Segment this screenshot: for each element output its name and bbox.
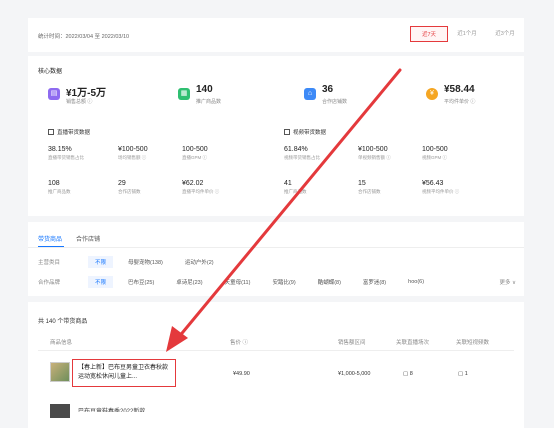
filter-tabs: 带货商品 合作店铺 — [38, 234, 100, 243]
coin-icon: ¥ — [426, 88, 438, 100]
brand-chip[interactable]: 富罗迷(8) — [356, 276, 393, 288]
header-divider — [38, 350, 514, 351]
product-thumbnail[interactable] — [50, 362, 70, 382]
metric-label: 平均件单价 ⓘ — [444, 99, 476, 105]
brand-chip[interactable]: 天童母(11) — [218, 276, 258, 288]
chart-icon: ▤ — [48, 88, 60, 100]
metric-label: 推广商品数 — [196, 99, 222, 105]
header-sales: 销售额区间 — [338, 340, 366, 346]
tab-products[interactable]: 带货商品 — [38, 234, 62, 243]
range-tabs: 近7天 近1个月 近3个月 — [410, 26, 524, 42]
header-live: 关联直播场次 — [396, 340, 430, 346]
brand-chip[interactable]: 不限 — [88, 276, 114, 288]
core-data-panel: 核心数据 ▤ ¥1万-5万 销售总额 ⓘ ▦ 140 推广商品数 ⌂ 36 合作… — [28, 56, 524, 216]
metric-value: 140 — [196, 84, 213, 95]
category-chip[interactable]: 运动户外(2) — [178, 256, 221, 268]
video-icon — [284, 129, 290, 135]
header-price[interactable]: 售价 ⓘ — [230, 338, 248, 346]
brand-filter-row: 合作品牌 不限 巴布豆(25) 卓诗尼(23) 天童母(11) 安踏比(9) 酷… — [38, 276, 439, 288]
video-kpi-share: 61.84% 视频带货销售占比 — [284, 146, 320, 160]
category-chip[interactable]: 母婴宠物(138) — [121, 256, 170, 268]
video-count[interactable]: ▢ 1 — [458, 371, 468, 377]
brand-chip[interactable]: 卓诗尼(23) — [169, 276, 209, 288]
table-row[interactable]: 【春上新】巴布豆男童卫衣春秋款运动宽松休闲儿童上... ¥49.90 ¥1,00… — [38, 354, 514, 392]
live-count[interactable]: ▢ 8 — [403, 371, 413, 377]
header-name: 商品信息 — [50, 340, 73, 346]
live-kpi-avg: ¥62.02 直播平均件单价 ⓘ — [182, 180, 220, 194]
range-tab-3months[interactable]: 近3个月 — [486, 26, 524, 42]
video-kpi-sales: ¥100-500 单视频销售额 ⓘ — [358, 146, 391, 160]
tab-stores[interactable]: 合作店铺 — [76, 234, 100, 243]
range-tab-1month[interactable]: 近1个月 — [448, 26, 486, 42]
brand-chip[interactable]: hoo(6) — [401, 277, 431, 287]
live-kpi-sales: ¥100-500 场均销售额 ⓘ — [118, 146, 148, 160]
core-data-title: 核心数据 — [38, 69, 63, 75]
product-price: ¥49.90 — [233, 371, 250, 377]
live-kpi-share: 38.15% 直播带货销售占比 — [48, 146, 84, 160]
range-tab-7days[interactable]: 近7天 — [410, 26, 448, 42]
product-list-panel: 共 140 个带货商品 商品信息 售价 ⓘ 销售额区间 关联直播场次 关联短视频… — [28, 302, 524, 428]
header-video: 关联短视频数 — [456, 340, 490, 346]
product-total: 共 140 个带货商品 — [38, 319, 88, 325]
filter-panel: 带货商品 合作店铺 主营类目 不限 母婴宠物(138) 运动户外(2) 合作品牌… — [28, 222, 524, 296]
metric-avg-price: ¥ ¥58.44 平均件单价 ⓘ — [426, 84, 536, 114]
brand-chip[interactable]: 酷蝴蝶(8) — [311, 276, 348, 288]
more-button[interactable]: 更多 ∨ — [499, 278, 516, 286]
live-kpi-products: 108 推广商品数 — [48, 180, 71, 194]
document-icon: ▢ — [458, 371, 465, 377]
category-filter-row: 主营类目 不限 母婴宠物(138) 运动户外(2) — [38, 256, 229, 268]
category-chip[interactable]: 不限 — [88, 256, 114, 268]
video-kpi-stores: 15 合作店铺数 — [358, 180, 381, 194]
video-kpi-products: 41 推广商品数 — [284, 180, 307, 194]
brand-chip[interactable]: 巴布豆(25) — [121, 276, 161, 288]
highlight-box — [72, 359, 176, 387]
divider — [28, 247, 524, 248]
live-section-title: 直播带货数据 — [48, 128, 90, 136]
metric-value: 36 — [322, 84, 334, 95]
brand-chip[interactable]: 安踏比(9) — [265, 276, 302, 288]
category-label: 主营类目 — [38, 260, 61, 266]
metric-label: 合作店铺数 — [322, 99, 348, 105]
video-section-title: 视频带货数据 — [284, 128, 326, 136]
video-kpi-gpm: 100-500 视频GPM ⓘ — [422, 146, 448, 160]
metric-value: ¥1万-5万 — [66, 88, 107, 99]
metric-stores: ⌂ 36 合作店铺数 — [304, 84, 414, 114]
live-icon — [48, 129, 54, 135]
metric-label: 销售总额 ⓘ — [66, 99, 93, 105]
live-kpi-stores: 29 合作店铺数 — [118, 180, 141, 194]
brand-label: 合作品牌 — [38, 280, 61, 286]
product-thumbnail[interactable] — [50, 404, 70, 418]
document-icon: ▢ — [403, 371, 410, 377]
video-kpi-avg: ¥56.43 视频平均件单价 ⓘ — [422, 180, 460, 194]
box-icon: ▦ — [178, 88, 190, 100]
stat-period-text: 统计时间：2022/03/04 至 2022/03/10 — [38, 34, 130, 40]
period-bar: 统计时间：2022/03/04 至 2022/03/10 近7天 近1个月 近3… — [28, 18, 524, 52]
live-kpi-gpm: 100-500 直播GPM ⓘ — [182, 146, 208, 160]
metric-sales: ▤ ¥1万-5万 销售总额 ⓘ — [48, 84, 158, 114]
product-name[interactable]: 巴布豆童鞋春季2022新款 — [78, 406, 168, 412]
product-sales: ¥1,000-5,000 — [338, 371, 371, 377]
metric-products: ▦ 140 推广商品数 — [178, 84, 288, 114]
store-icon: ⌂ — [304, 88, 316, 100]
metric-value: ¥58.44 — [444, 84, 475, 95]
